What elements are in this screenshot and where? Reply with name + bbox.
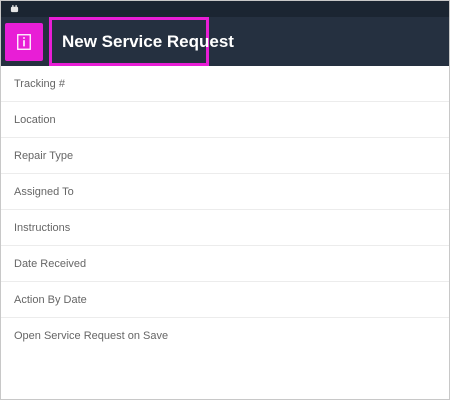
field-label: Repair Type <box>14 150 74 162</box>
field-label: Open Service Request on Save <box>14 330 169 342</box>
field-location[interactable]: Location <box>1 102 449 138</box>
android-icon <box>10 5 19 13</box>
field-label: Location <box>14 114 56 126</box>
app-window: New Service Request Tracking # Location … <box>0 0 450 400</box>
info-icon <box>17 34 31 50</box>
field-date-received[interactable]: Date Received <box>1 246 449 282</box>
page-title: New Service Request <box>62 32 234 51</box>
field-open-on-save[interactable]: Open Service Request on Save <box>1 318 449 353</box>
info-button[interactable] <box>5 23 43 61</box>
field-assigned-to[interactable]: Assigned To <box>1 174 449 210</box>
field-label: Instructions <box>14 222 71 234</box>
field-action-by-date[interactable]: Action By Date <box>1 282 449 318</box>
field-label: Date Received <box>14 258 87 270</box>
field-instructions[interactable]: Instructions <box>1 210 449 246</box>
field-tracking-number[interactable]: Tracking # <box>1 66 449 102</box>
field-label: Assigned To <box>14 186 74 198</box>
field-label: Action By Date <box>14 294 87 306</box>
field-repair-type[interactable]: Repair Type <box>1 138 449 174</box>
field-label: Tracking # <box>14 78 65 90</box>
service-request-form: Tracking # Location Repair Type Assigned… <box>1 66 449 353</box>
status-bar <box>1 1 449 17</box>
title-highlight: New Service Request <box>49 17 234 66</box>
app-bar: New Service Request <box>1 17 449 66</box>
